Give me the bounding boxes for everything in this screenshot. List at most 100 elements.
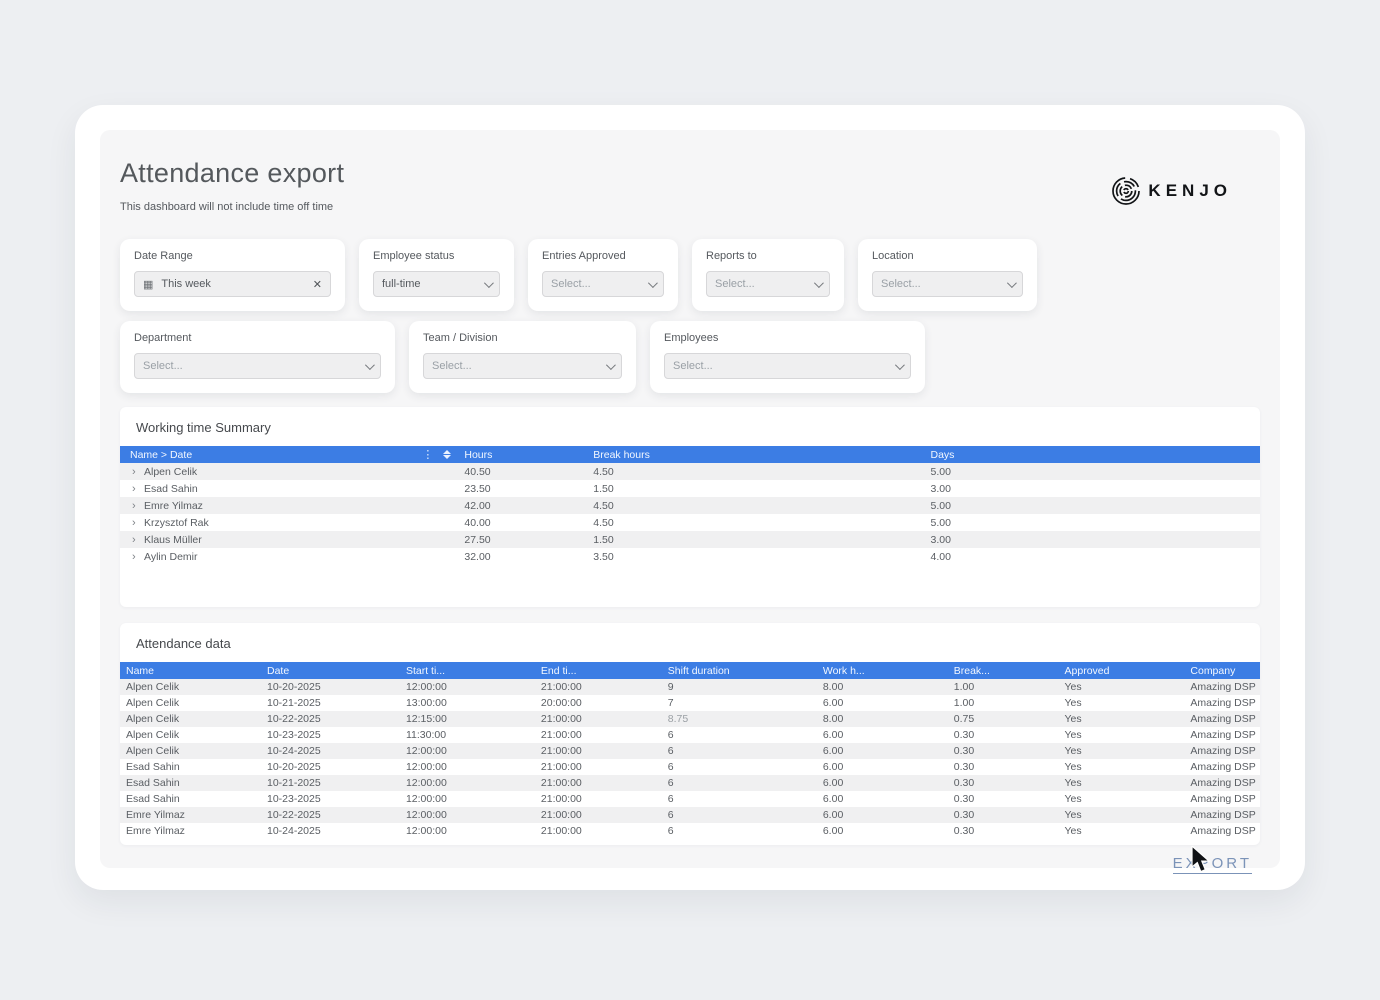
end-time-cell: 21:00:00 <box>534 775 662 791</box>
summary-table-body: › Alpen Celik 40.50 4.50 5.00 › Esad Sahin 23.5… <box>120 463 1260 565</box>
date-cell: 10-23-2025 <box>266 793 321 805</box>
date-cell: 10-22-2025 <box>260 807 400 823</box>
attendance-col-date[interactable]: Date <box>260 662 400 679</box>
end-time-cell: 21:00:00 <box>534 807 662 823</box>
company-cell: Amazing DSP <box>1184 743 1260 759</box>
attendance-col-end[interactable]: End ti... <box>534 662 662 679</box>
reports-to-select[interactable]: Select... <box>706 271 830 297</box>
hours-cell: 40.50 <box>457 463 584 480</box>
attendance-table: Name Date Start ti... End ti... Shift du… <box>120 662 1260 839</box>
break-hours-cell: 1.50 <box>583 531 906 548</box>
expand-chevron-icon[interactable]: › <box>130 517 144 529</box>
expand-chevron-icon[interactable]: › <box>130 466 144 478</box>
start-time-cell: 13:00:00 <box>405 697 447 709</box>
page-subtitle: This dashboard will not include time off… <box>120 201 334 213</box>
summary-col-name-date[interactable]: Name > Date ⋮ <box>120 446 458 463</box>
date-cell: 10-20-2025 <box>266 761 321 773</box>
shift-duration-cell: 6 <box>661 775 817 791</box>
break-hours-cell: 1.50 <box>593 482 614 495</box>
expand-chevron-icon[interactable]: › <box>130 483 144 495</box>
date-cell: 10-24-2025 <box>266 825 321 837</box>
summary-col-break-hours[interactable]: Break hours <box>583 446 906 463</box>
summary-name-cell: › Klaus Müller <box>120 531 458 548</box>
start-time-cell: 12:00:00 <box>405 761 447 773</box>
employees-select[interactable]: Select... <box>664 353 911 379</box>
attendance-col-break[interactable]: Break... <box>947 662 1059 679</box>
attendance-row: Alpen Celik 10-21-2025 13:00:00 20:00:00 7 6.… <box>120 695 1260 711</box>
summary-col-days[interactable]: Days <box>905 446 1260 463</box>
page-title: Attendance export <box>120 158 345 188</box>
date-cell: 10-20-2025 <box>260 679 400 695</box>
approved-cell: Yes <box>1064 697 1082 709</box>
filter-label-location: Location <box>872 250 914 262</box>
work-hours-cell: 6.00 <box>822 761 844 773</box>
approved-cell: Yes <box>1058 679 1185 695</box>
summary-name-cell: › Esad Sahin <box>120 480 457 497</box>
date-range-value: This week <box>161 278 211 290</box>
shift-duration-cell: 6 <box>661 807 817 823</box>
work-hours-cell: 6.00 <box>816 743 948 759</box>
summary-row[interactable]: › Krzysztof Rak 40.00 4.50 5.00 <box>120 514 1260 531</box>
chevron-down-icon <box>1006 277 1017 288</box>
end-time-cell: 20:00:00 <box>540 697 582 709</box>
filter-reports-to: Reports to Select... <box>692 239 844 311</box>
department-select[interactable]: Select... <box>134 353 381 379</box>
summary-table: Name > Date ⋮ Hours Break hours Days › A… <box>120 446 1260 565</box>
expand-chevron-icon[interactable]: › <box>130 500 144 512</box>
attendance-row: Esad Sahin 10-21-2025 12:00:00 21:00:00 6 6.0… <box>120 775 1260 791</box>
clear-icon[interactable]: ✕ <box>307 278 322 291</box>
summary-row[interactable]: › Emre Yilmaz 42.00 4.50 5.00 <box>120 497 1260 514</box>
start-time-cell: 12:00:00 <box>399 743 535 759</box>
company-cell: Amazing DSP <box>1190 697 1256 709</box>
date-range-input[interactable]: ▦ This week ✕ <box>134 271 331 297</box>
summary-row[interactable]: › Esad Sahin 23.50 1.50 3.00 <box>120 480 1260 497</box>
sort-icon[interactable] <box>443 450 452 459</box>
filter-employees: Employees Select... <box>650 321 925 393</box>
attendance-row: Alpen Celik 10-20-2025 12:00:00 21:00:00 9 8.… <box>120 679 1260 695</box>
location-select[interactable]: Select... <box>872 271 1023 297</box>
date-cell: 10-24-2025 <box>260 743 400 759</box>
break-cell: 0.30 <box>947 743 1059 759</box>
kebab-menu-icon[interactable]: ⋮ <box>422 448 433 461</box>
attendance-col-shift-duration[interactable]: Shift duration <box>661 662 817 679</box>
name-cell: Esad Sahin <box>120 775 261 791</box>
approved-cell: Yes <box>1064 793 1082 805</box>
break-hours-cell: 4.50 <box>583 463 906 480</box>
attendance-col-start[interactable]: Start ti... <box>399 662 535 679</box>
hours-cell: 40.00 <box>464 516 491 529</box>
approved-cell: Yes <box>1058 711 1185 727</box>
brand-name: KENJO <box>1148 181 1232 200</box>
attendance-col-work-hours[interactable]: Work h... <box>816 662 948 679</box>
name-cell: Alpen Celik <box>120 711 261 727</box>
shift-duration-cell: 7 <box>667 697 674 709</box>
team-division-select[interactable]: Select... <box>423 353 622 379</box>
employee-status-select[interactable]: full-time <box>373 271 500 297</box>
export-button[interactable]: EXPORT <box>1172 855 1252 874</box>
employee-name: Esad Sahin <box>144 482 198 495</box>
calendar-icon: ▦ <box>143 278 154 291</box>
expand-chevron-icon[interactable]: › <box>130 551 144 563</box>
summary-name-cell: › Krzysztof Rak <box>120 514 457 531</box>
attendance-col-name[interactable]: Name <box>120 662 261 679</box>
summary-row[interactable]: › Aylin Demir 32.00 3.50 4.00 <box>120 548 1260 565</box>
summary-row[interactable]: › Alpen Celik 40.50 4.50 5.00 <box>120 463 1260 480</box>
break-cell: 1.00 <box>947 679 1059 695</box>
break-hours-cell: 4.50 <box>583 497 906 514</box>
break-cell: 0.30 <box>953 761 975 773</box>
attendance-col-company[interactable]: Company <box>1184 662 1260 679</box>
work-hours-cell: 6.00 <box>822 697 844 709</box>
summary-row[interactable]: › Klaus Müller 27.50 1.50 3.00 <box>120 531 1260 548</box>
filter-employee-status: Employee status full-time <box>359 239 514 311</box>
shift-duration-cell: 6 <box>661 743 817 759</box>
summary-col-hours[interactable]: Hours <box>457 446 584 463</box>
expand-chevron-icon[interactable]: › <box>130 534 144 546</box>
entries-approved-select[interactable]: Select... <box>542 271 664 297</box>
select-value: Select... <box>551 278 591 290</box>
days-cell: 5.00 <box>930 516 951 529</box>
kenjo-logo-icon <box>1112 177 1141 205</box>
filter-date-range: Date Range ▦ This week ✕ <box>120 239 345 311</box>
start-time-cell: 12:15:00 <box>399 711 535 727</box>
attendance-col-approved[interactable]: Approved <box>1058 662 1185 679</box>
hours-cell: 27.50 <box>457 531 584 548</box>
name-cell: Alpen Celik <box>126 729 180 741</box>
